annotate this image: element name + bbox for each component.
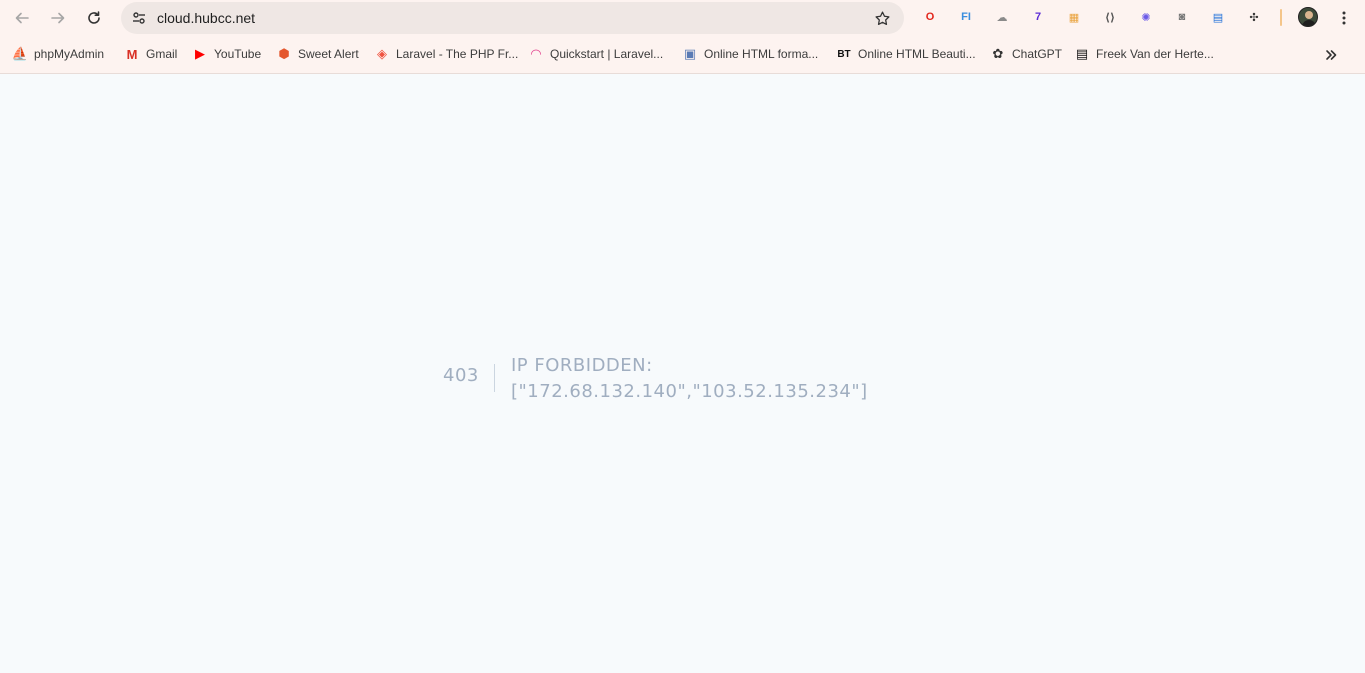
spark-icon: ✺ — [1141, 11, 1151, 24]
bookmark-label: Online HTML forma... — [704, 47, 819, 61]
page-content: 403 IP FORBIDDEN: ["172.68.132.140","103… — [0, 75, 1365, 673]
bookmark-label: Online HTML Beauti... — [858, 47, 976, 61]
blog-icon: ▤ — [1075, 46, 1089, 61]
error-divider — [494, 364, 495, 392]
profile-avatar[interactable] — [1298, 7, 1318, 27]
bookmark-phpmyadmin[interactable]: ⛵ phpMyAdmin — [12, 44, 104, 64]
arrow-left-icon — [15, 12, 29, 24]
opera-extension-button[interactable]: O — [920, 7, 940, 27]
back-button[interactable] — [8, 4, 36, 32]
screen-extension-button[interactable]: ▤ — [1208, 7, 1228, 27]
reload-icon — [88, 11, 100, 24]
bookmark-label: ChatGPT — [1012, 47, 1063, 61]
bookmark-sweet-alert[interactable]: ⬢ Sweet Alert — [276, 44, 359, 64]
puzzle-extension-button[interactable]: ✣ — [1244, 7, 1264, 27]
shield-icon: ⬢ — [278, 46, 290, 61]
puzzle-icon: ✣ — [1249, 11, 1259, 24]
code-window-icon: ▣ — [683, 46, 697, 61]
chatgpt-icon: ✿ — [992, 46, 1004, 61]
fi-extension-button[interactable]: FI — [956, 7, 976, 27]
bookmarks-overflow-button[interactable] — [1321, 45, 1341, 65]
browser-menu-button[interactable] — [1330, 4, 1358, 32]
bookmark-label: Sweet Alert — [298, 47, 359, 61]
code-icon: ⟨⟩ — [1104, 11, 1116, 24]
youtube-icon: ▶ — [195, 46, 205, 61]
error-code: 403 — [443, 365, 479, 386]
more-vert-icon — [1342, 11, 1346, 25]
camera-icon: ◙ — [1178, 11, 1186, 23]
bookmark-chatgpt[interactable]: ✿ ChatGPT — [990, 44, 1062, 64]
opera-icon: O — [925, 11, 935, 23]
stack-extension-button[interactable]: 7 — [1028, 7, 1048, 27]
error-message-line-2: ["172.68.132.140","103.52.135.234"] — [511, 381, 868, 402]
error-message: IP FORBIDDEN: ["172.68.132.140","103.52.… — [511, 353, 871, 405]
spark-extension-button[interactable]: ✺ — [1136, 7, 1156, 27]
bookmark-label: Gmail — [146, 47, 178, 61]
bookmark-gmail[interactable]: M Gmail — [124, 44, 178, 64]
bookmark-label: Quickstart | Laravel... — [550, 47, 664, 61]
bookmark-label: Freek Van der Herte... — [1096, 47, 1214, 61]
bt-icon: BT — [837, 48, 851, 60]
code-extension-button[interactable]: ⟨⟩ — [1100, 7, 1120, 27]
bookmark-freek[interactable]: ▤ Freek Van der Herte... — [1074, 44, 1214, 64]
address-bar[interactable]: cloud.hubcc.net — [121, 2, 904, 34]
bookmark-star-button[interactable] — [870, 6, 894, 30]
bookmark-label: Laravel - The PHP Fr... — [396, 47, 519, 61]
colorful-extension-button[interactable]: ▦ — [1064, 7, 1084, 27]
error-message-line-1: IP FORBIDDEN: — [511, 355, 653, 376]
stack-icon: 7 — [1034, 11, 1042, 23]
reload-button[interactable] — [80, 4, 108, 32]
browser-toolbar: cloud.hubcc.net O FI ☁ 7 ▦ ⟨⟩ ✺ ◙ ▤ ✣ — [0, 0, 1365, 36]
gmail-icon: M — [126, 46, 138, 62]
tune-icon — [133, 12, 145, 24]
bookmark-laravel[interactable]: ◈ Laravel - The PHP Fr... — [374, 44, 518, 64]
camera-extension-button[interactable]: ◙ — [1172, 7, 1192, 27]
screen-icon: ▤ — [1212, 11, 1224, 24]
star-icon — [874, 10, 890, 25]
bookmark-youtube[interactable]: ▶ YouTube — [192, 44, 261, 64]
colorful-icon: ▦ — [1068, 11, 1080, 24]
url-text[interactable]: cloud.hubcc.net — [157, 2, 255, 34]
bookmark-quickstart[interactable]: ◠ Quickstart | Laravel... — [528, 44, 663, 64]
laravel-icon: ◈ — [377, 46, 387, 61]
cloud-icon: ☁ — [996, 11, 1008, 24]
toolbar-separator — [1280, 9, 1282, 26]
site-info-button[interactable] — [125, 4, 153, 32]
cloud-extension-button[interactable]: ☁ — [992, 7, 1012, 27]
quickstart-icon: ◠ — [531, 46, 541, 61]
forward-button[interactable] — [44, 4, 72, 32]
bookmark-html-formatter[interactable]: ▣ Online HTML forma... — [682, 44, 818, 64]
arrow-right-icon — [51, 12, 65, 24]
bookmarks-bar: ⛵ phpMyAdmin M Gmail ▶ YouTube ⬢ Sweet Alert ◈ La… — [0, 36, 1365, 74]
fi-icon: FI — [961, 11, 971, 23]
chevron-double-right-icon — [1326, 50, 1337, 60]
bookmark-label: phpMyAdmin — [34, 47, 105, 61]
phpmyadmin-icon: ⛵ — [11, 46, 29, 61]
bookmark-html-beautifier[interactable]: BT Online HTML Beauti... — [836, 44, 976, 64]
bookmark-label: YouTube — [214, 47, 262, 61]
